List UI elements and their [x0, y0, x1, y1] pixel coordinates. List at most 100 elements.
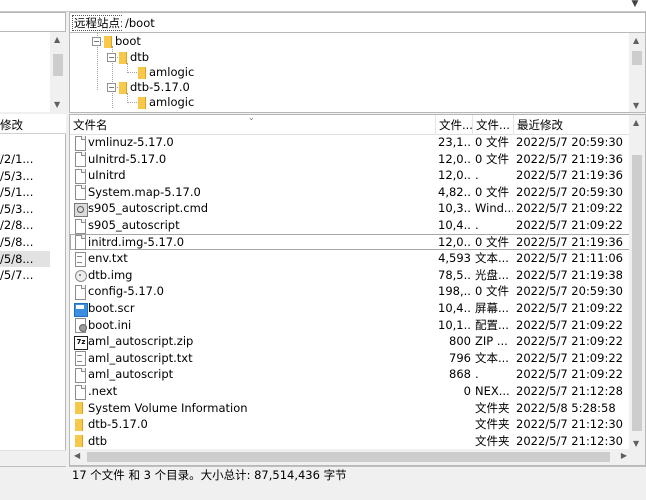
scroll-left-arrow-icon[interactable]: ◀	[74, 451, 80, 460]
file-type-cell: 配置...	[475, 317, 509, 332]
file-row[interactable]: boot.ini 10,1... 配置... 2022/5/7 21:09:22	[70, 317, 631, 334]
file-size-cell: 10,4...	[438, 301, 471, 315]
file-name: aml_autoscript.txt	[88, 350, 193, 365]
file-type-cell: 0 文件	[475, 135, 509, 149]
local-column-header-modified[interactable]: 修改	[0, 114, 66, 134]
file-size-cell: 78,5...	[438, 267, 471, 282]
file-modified-cell: 2022/5/7 21:09:22	[516, 367, 623, 382]
file-row[interactable]: .next 0 NEX... 2022/5/7 21:12:28	[70, 383, 631, 400]
remote-file-list[interactable]: 文件名 ⌄ 文件... 文件... 最近修改 vmlinuz-5.17.0 23,…	[69, 114, 646, 466]
file-name: dtb-5.17.0	[88, 417, 148, 432]
config-file-icon	[74, 318, 87, 334]
file-row[interactable]: dtb 文件夹 2022/5/7 21:12:30	[70, 433, 631, 450]
file-modified-cell: 2022/5/7 21:09:22	[516, 334, 623, 349]
file-type-cell: 文件夹	[475, 417, 510, 432]
file-row[interactable]: s905_autoscript 10,4.... 2022/5/7 21:09:22	[70, 217, 631, 234]
file-icon	[74, 235, 86, 251]
file-name: initrd.img-5.17.0	[88, 234, 185, 249]
file-name: aml_autoscript	[88, 367, 174, 382]
tree-item-dtb-5-17-0[interactable]: − dtb-5.17.0	[107, 79, 190, 95]
tree-item-boot[interactable]: − boot	[92, 33, 141, 49]
local-list-item[interactable]: /5/7...	[0, 267, 50, 283]
remote-path-input[interactable]: /boot	[122, 14, 644, 32]
remote-directory-tree[interactable]: − boot − dtb amlogic − dtb-5.17.0 amlogic ▲…	[69, 33, 646, 113]
folder-icon	[74, 434, 86, 448]
file-list-header: 文件名 ⌄ 文件... 文件... 最近修改	[70, 115, 631, 135]
remote-tree-scrollbar[interactable]: ▲ ▼	[629, 33, 645, 112]
tree-connector	[127, 72, 137, 73]
scrollbar-thumb[interactable]	[632, 51, 642, 65]
scroll-down-arrow-icon[interactable]: ▼	[54, 100, 60, 109]
file-size-cell: 4,82...	[438, 184, 471, 199]
local-list-item[interactable]: /5/3...	[0, 201, 50, 217]
file-row[interactable]: uInitrd-5.17.0 12,0... 0 文件 2022/5/7 21:19:…	[70, 151, 631, 168]
file-type-cell: 0 文件	[475, 234, 509, 249]
file-row[interactable]: aml_autoscript.zip 800 ZIP ... 2022/5/7 21:…	[70, 333, 631, 350]
file-modified-cell: 2022/5/7 21:19:38	[516, 267, 623, 282]
file-name-cell: uInitrd-5.17.0	[74, 151, 434, 168]
local-list-item[interactable]: /2/1...	[0, 151, 50, 167]
local-horizontal-scrollbar[interactable]	[0, 450, 66, 466]
local-list-item[interactable]: /5/3...	[0, 168, 50, 184]
column-header-filetype[interactable]: 文件...	[473, 115, 514, 135]
file-row[interactable]: dtb.img 78,5... 光盘... 2022/5/7 21:19:38	[70, 267, 631, 284]
file-size-cell: 10,1...	[438, 317, 471, 332]
file-icon	[74, 185, 86, 201]
scrollbar-corner	[629, 449, 645, 465]
file-type-cell: .	[475, 367, 479, 382]
file-row[interactable]: boot.scr 10,4... 屏幕... 2022/5/7 21:09:22	[70, 300, 631, 317]
file-name-cell: vmlinuz-5.17.0	[74, 134, 434, 151]
file-name-cell: boot.ini	[74, 317, 434, 334]
local-list-item[interactable]: /5/8...	[0, 234, 50, 250]
tree-item-amlogic[interactable]: amlogic	[138, 64, 194, 80]
column-header-filesize[interactable]: 文件...	[436, 115, 473, 135]
file-list-vertical-scrollbar[interactable]: ▲ ▼	[629, 115, 645, 451]
file-row[interactable]: aml_autoscript 868. 2022/5/7 21:09:22	[70, 366, 631, 383]
file-row[interactable]: config-5.17.0 198,... 0 文件 2022/5/7 20:59:3…	[70, 283, 631, 300]
local-file-list[interactable]: 修改 /2/1.../5/3.../5/1.../5/3.../2/8.../5…	[0, 114, 66, 466]
scrollbar-thumb[interactable]	[87, 452, 610, 462]
file-row[interactable]: s905_autoscript.cmd 10,3... Wind... 2022/5/…	[70, 200, 631, 217]
file-type-cell: 文件夹	[475, 400, 510, 415]
file-modified-cell: 2022/5/7 21:09:22	[516, 350, 623, 365]
file-modified-cell: 2022/5/8 5:28:58	[516, 400, 616, 415]
scroll-up-arrow-icon[interactable]: ▲	[633, 118, 639, 127]
scrollbar-thumb[interactable]	[53, 54, 63, 76]
scroll-right-arrow-icon[interactable]: ▶	[621, 451, 627, 460]
file-row[interactable]: aml_autoscript.txt 796 文本... 2022/5/7 21:09…	[70, 350, 631, 367]
file-list-horizontal-scrollbar[interactable]: ◀ ▶	[70, 449, 631, 465]
scroll-up-arrow-icon[interactable]: ▲	[633, 36, 639, 45]
file-modified-cell: 2022/5/7 20:59:30	[516, 284, 623, 299]
file-modified-cell: 2022/5/7 21:09:22	[516, 317, 623, 332]
file-type-cell: ZIP ...	[475, 334, 508, 349]
local-tree-scrollbar[interactable]: ▲ ▼	[50, 32, 66, 112]
local-list-item[interactable]: /5/1...	[0, 184, 50, 200]
local-directory-tree[interactable]: ▲ ▼	[0, 32, 66, 112]
scroll-down-arrow-icon[interactable]: ▼	[633, 439, 639, 448]
file-modified-cell: 2022/5/7 21:19:36	[516, 151, 623, 166]
file-row[interactable]: vmlinuz-5.17.0 23,1... 0 文件 2022/5/7 20:59:…	[70, 134, 631, 151]
file-name: boot.ini	[88, 317, 132, 332]
file-row[interactable]: dtb-5.17.0 文件夹 2022/5/7 21:12:30	[70, 416, 631, 433]
scrollbar-thumb[interactable]	[632, 155, 642, 431]
collapse-toggle-icon[interactable]: −	[107, 53, 116, 62]
file-row[interactable]: initrd.img-5.17.0 12,0... 0 文件 2022/5/7 21:…	[70, 233, 631, 251]
file-row[interactable]: uInitrd 12,0.... 2022/5/7 21:19:36	[70, 167, 631, 184]
file-row[interactable]: System Volume Information 文件夹 2022/5/8 5:2…	[70, 400, 631, 417]
status-summary: 17 个文件 和 3 个目录。大小总计: 87,514,436 字节	[72, 468, 347, 482]
scroll-down-arrow-icon[interactable]: ▼	[633, 101, 639, 110]
file-name: System Volume Information	[88, 400, 248, 415]
file-name: s905_autoscript	[88, 218, 180, 232]
collapse-toggle-icon[interactable]: −	[107, 83, 116, 92]
local-list-item[interactable]: /2/8...	[0, 217, 50, 233]
file-row[interactable]: System.map-5.17.0 4,82... 0 文件 2022/5/7 20:…	[70, 184, 631, 201]
scroll-down-arrow-icon[interactable]: ▼	[630, 0, 640, 9]
tree-item-amlogic[interactable]: amlogic	[138, 94, 194, 110]
file-name-cell: System.map-5.17.0	[74, 184, 434, 201]
scroll-up-arrow-icon[interactable]: ▲	[54, 35, 60, 44]
local-list-item[interactable]: /5/8...	[0, 250, 50, 267]
column-header-modified[interactable]: 最近修改	[514, 115, 631, 135]
file-row[interactable]: env.txt 4,593 文本... 2022/5/7 21:11:06	[70, 250, 631, 267]
tree-item-dtb[interactable]: − dtb	[107, 49, 149, 65]
collapse-toggle-icon[interactable]: −	[92, 37, 101, 46]
